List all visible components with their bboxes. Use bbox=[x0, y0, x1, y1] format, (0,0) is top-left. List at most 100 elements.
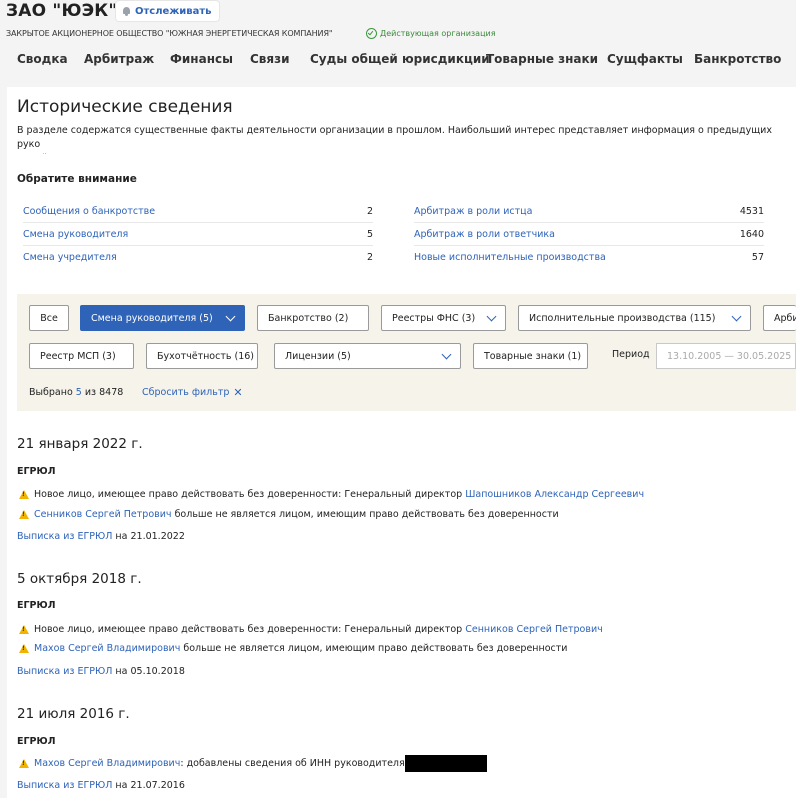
event-date: 21 января 2022 г. bbox=[17, 436, 143, 452]
filter-chip-label: Смена руководителя (5) bbox=[91, 312, 213, 324]
filter-chip-enforcement[interactable]: Исполнительные производства (115) bbox=[518, 305, 751, 331]
event-text: : добавлены сведения об ИНН руководителя bbox=[180, 758, 405, 769]
warning-icon bbox=[19, 759, 29, 768]
chevron-down-icon bbox=[731, 311, 742, 321]
warning-icon bbox=[19, 644, 29, 653]
event-source: ЕГРЮЛ bbox=[17, 600, 56, 611]
tab-summary[interactable]: Сводка bbox=[17, 46, 68, 66]
stat-link-arbitration-defendant[interactable]: Арбитраж в роли ответчика bbox=[414, 229, 555, 240]
stat-link-enforcement[interactable]: Новые исполнительные производства bbox=[414, 252, 606, 263]
stat-row: Арбитраж в роли истца 4531 bbox=[414, 200, 764, 223]
extract-row: Выписка из ЕГРЮЛ на 05.10.2018 bbox=[17, 666, 185, 677]
person-link[interactable]: Махов Сергей Владимирович bbox=[34, 758, 180, 769]
filter-chip-director-change[interactable]: Смена руководителя (5) bbox=[80, 305, 245, 331]
event-date: 5 октября 2018 г. bbox=[17, 571, 142, 587]
filter-chip-msp-register[interactable]: Реестр МСП (3) bbox=[29, 343, 134, 369]
extract-date: на 21.01.2022 bbox=[115, 531, 185, 542]
chevron-down-icon bbox=[225, 311, 236, 321]
event-text: Новое лицо, имеющее право действовать бе… bbox=[34, 489, 463, 500]
extract-link[interactable]: Выписка из ЕГРЮЛ bbox=[17, 666, 112, 677]
tab-material-facts[interactable]: Сущфакты bbox=[607, 46, 683, 66]
tab-general-courts[interactable]: Суды общей юрисдикции bbox=[310, 46, 490, 66]
extract-link[interactable]: Выписка из ЕГРЮЛ bbox=[17, 531, 112, 542]
person-link[interactable]: Шапошников Александр Сергеевич bbox=[465, 489, 644, 500]
tab-links[interactable]: Связи bbox=[250, 46, 290, 66]
stat-row: Арбитраж в роли ответчика 1640 bbox=[414, 223, 764, 246]
extract-row: Выписка из ЕГРЮЛ на 21.01.2022 bbox=[17, 531, 185, 542]
stat-row: Новые исполнительные производства 57 bbox=[414, 246, 764, 268]
filter-chip-arbitration[interactable]: Арби bbox=[763, 305, 796, 331]
event-date: 21 июля 2016 г. bbox=[17, 706, 130, 722]
stat-row: Смена руководителя 5 bbox=[23, 223, 373, 246]
warning-icon bbox=[19, 490, 29, 499]
tab-bankruptcy[interactable]: Банкротство bbox=[694, 46, 781, 66]
status-badge: Действующая организация bbox=[366, 28, 496, 39]
section-title: Исторические сведения bbox=[17, 97, 233, 117]
extract-row: Выписка из ЕГРЮЛ на 21.07.2016 bbox=[17, 780, 185, 791]
event-line: Махов Сергей Владимирович больше не явля… bbox=[19, 643, 567, 654]
extract-link[interactable]: Выписка из ЕГРЮЛ bbox=[17, 780, 112, 791]
event-text: больше не является лицом, имеющим право … bbox=[183, 643, 568, 654]
org-full-name: ЗАКРЫТОЕ АКЦИОНЕРНОЕ ОБЩЕСТВО "ЮЖНАЯ ЭНЕ… bbox=[6, 29, 333, 38]
stat-row: Сообщения о банкротстве 2 bbox=[23, 200, 373, 223]
event-line: Новое лицо, имеющее право действовать бе… bbox=[19, 624, 603, 635]
bell-icon bbox=[122, 6, 131, 16]
filter-chip-trademarks[interactable]: Товарные знаки (1) bbox=[473, 343, 588, 369]
filter-chip-label: Лицензии (5) bbox=[285, 350, 351, 362]
extract-date: на 21.07.2016 bbox=[115, 780, 185, 791]
main-tabs: Сводка Арбитраж Финансы Связи Суды общей… bbox=[0, 46, 796, 86]
filter-chip-licenses[interactable]: Лицензии (5) bbox=[274, 343, 461, 369]
stat-count: 2 bbox=[366, 205, 373, 217]
stat-count: 57 bbox=[751, 251, 764, 263]
event-text: Новое лицо, имеющее право действовать бе… bbox=[34, 624, 463, 635]
filter-chip-accounting[interactable]: Бухотчётность (16) bbox=[146, 343, 258, 369]
tab-trademarks[interactable]: Товарные знаки bbox=[486, 46, 598, 66]
event-line: Махов Сергей Владимирович: добавлены све… bbox=[19, 755, 487, 772]
person-link[interactable]: Сенников Сергей Петрович bbox=[34, 509, 172, 520]
stat-link-arbitration-plaintiff[interactable]: Арбитраж в роли истца bbox=[414, 206, 532, 217]
period-label: Период bbox=[612, 349, 650, 360]
event-text: больше не является лицом, имеющим право … bbox=[174, 509, 559, 520]
chevron-down-icon bbox=[486, 311, 497, 321]
event-source: ЕГРЮЛ bbox=[17, 736, 56, 747]
org-header: ЗАО "ЮЭК" Отслеживать ЗАКРЫТОЕ АКЦИОНЕРН… bbox=[0, 0, 796, 86]
check-circle-icon bbox=[366, 28, 377, 39]
warning-icon bbox=[19, 510, 29, 519]
redacted-block bbox=[404, 755, 487, 772]
selected-number: 5 bbox=[75, 387, 82, 398]
stat-link-founder-change[interactable]: Смена учредителя bbox=[23, 252, 117, 263]
reset-filter-button[interactable]: Сбросить фильтр ✕ bbox=[142, 385, 243, 399]
filter-chip-all[interactable]: Все bbox=[29, 305, 69, 331]
selected-total: из 8478 bbox=[84, 387, 124, 398]
follow-label: Отслеживать bbox=[135, 5, 212, 17]
tab-finance[interactable]: Финансы bbox=[170, 46, 233, 66]
chevron-down-icon bbox=[441, 349, 452, 359]
person-link[interactable]: Махов Сергей Владимирович bbox=[34, 643, 180, 654]
stat-row: Смена учредителя 2 bbox=[23, 246, 373, 268]
stat-link-bankruptcy-messages[interactable]: Сообщения о банкротстве bbox=[23, 206, 155, 217]
section-intro: В разделе содержатся существенные факты … bbox=[17, 125, 772, 154]
selected-count: Выбрано 5 из 8478 bbox=[29, 387, 123, 398]
event-source: ЕГРЮЛ bbox=[17, 466, 56, 477]
period-input[interactable]: 13.10.2005 — 30.05.2025 bbox=[656, 343, 796, 369]
extract-date: на 05.10.2018 bbox=[115, 666, 185, 677]
filter-chip-fns-registers[interactable]: Реестры ФНС (3) bbox=[381, 305, 506, 331]
tab-arbitration[interactable]: Арбитраж bbox=[84, 46, 154, 66]
warning-icon bbox=[19, 625, 29, 634]
stat-count: 5 bbox=[366, 228, 373, 240]
person-link[interactable]: Сенников Сергей Петрович bbox=[465, 624, 603, 635]
filter-chip-label: Исполнительные производства (115) bbox=[529, 312, 716, 324]
status-label: Действующая организация bbox=[380, 29, 496, 38]
stat-count: 2 bbox=[366, 251, 373, 263]
stat-count: 4531 bbox=[739, 205, 764, 217]
close-icon: ✕ bbox=[233, 385, 243, 399]
filter-chip-label: Реестры ФНС (3) bbox=[392, 312, 476, 324]
stat-link-director-change[interactable]: Смена руководителя bbox=[23, 229, 128, 240]
follow-button[interactable]: Отслеживать bbox=[116, 1, 220, 21]
filter-chip-bankruptcy[interactable]: Банкротство (2) bbox=[257, 305, 369, 331]
event-line: Новое лицо, имеющее право действовать бе… bbox=[19, 489, 644, 500]
reset-filter-label: Сбросить фильтр bbox=[142, 387, 230, 398]
stat-count: 1640 bbox=[739, 228, 764, 240]
page-title: ЗАО "ЮЭК" bbox=[6, 1, 118, 21]
selected-prefix: Выбрано bbox=[29, 387, 73, 398]
